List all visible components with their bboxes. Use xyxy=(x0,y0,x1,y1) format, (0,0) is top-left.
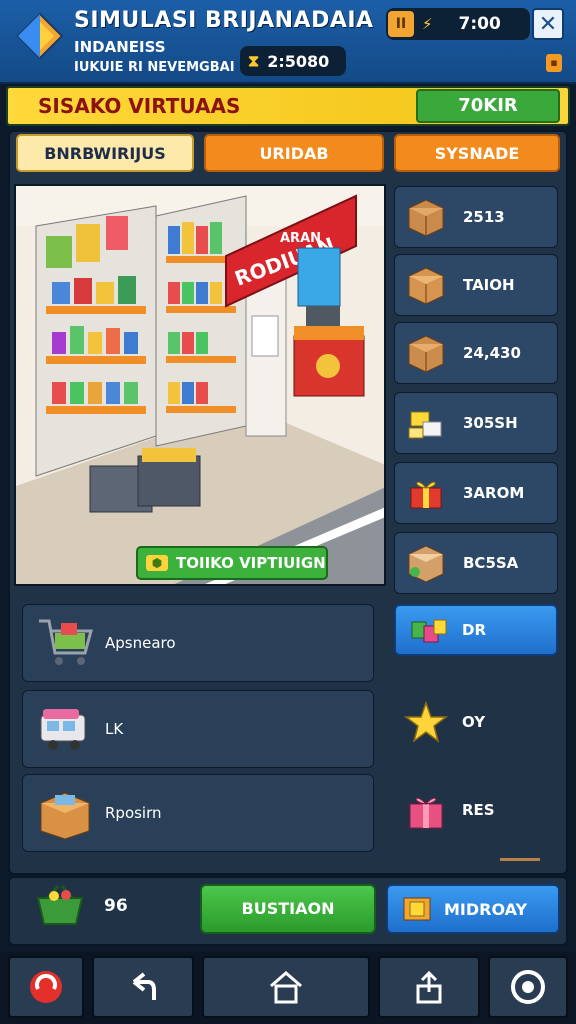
inventory-slot[interactable]: 24,430 xyxy=(394,322,558,384)
inventory-value: TAIOH xyxy=(463,276,515,294)
bolt-icon: ⚡ xyxy=(422,15,433,33)
tab-primary[interactable]: BNRBWIRIJUS xyxy=(16,134,194,172)
left-shelf xyxy=(35,205,157,477)
list-item-label: LK xyxy=(105,720,124,738)
inventory-value: BC5SA xyxy=(463,554,519,572)
basket-count: 96 xyxy=(104,896,128,916)
back-arrow-icon xyxy=(132,972,156,1000)
nav-logo-button[interactable] xyxy=(8,956,84,1018)
cheese-icon xyxy=(408,411,442,439)
list-item[interactable]: Apsnearo xyxy=(22,604,374,682)
tab-upgrade[interactable]: URIDAB xyxy=(204,134,384,172)
box-icon xyxy=(408,199,444,237)
secondary-action-label: MIDROAY xyxy=(444,899,528,919)
money-display[interactable]: 70KIR xyxy=(416,89,560,123)
inventory-slot[interactable]: 305SH xyxy=(394,392,558,454)
store-action-label: TOIIKO VIPTIUIGN xyxy=(176,554,326,572)
inventory-value: RES xyxy=(462,801,495,819)
box-icon xyxy=(408,335,444,373)
game-subtitle-secondary: IUKUIE RI NEVEMGBAI xyxy=(74,60,235,75)
top-bar: SIMULASI BRIJANADAIA INDANEISS IUKUIE RI… xyxy=(0,0,576,84)
close-icon[interactable]: ✕ xyxy=(532,8,564,40)
tab-system[interactable]: SYSNADE xyxy=(394,134,560,172)
right-shelf xyxy=(155,195,247,447)
box-icon xyxy=(408,267,444,305)
inventory-bonus[interactable]: RES xyxy=(404,788,495,832)
clock-display: II ⚡ 7:00 xyxy=(386,8,530,40)
inventory-value: DR xyxy=(462,621,487,639)
coin-stack-icon xyxy=(403,897,431,921)
game-title: SIMULASI BRIJANADAIA xyxy=(74,8,374,33)
inventory-value: 2513 xyxy=(463,208,505,226)
notification-badge-icon[interactable]: ▪ xyxy=(546,54,562,72)
inventory-value: 24,430 xyxy=(463,344,521,362)
gift-icon xyxy=(411,619,447,643)
store-action-button[interactable]: ⬢ TOIIKO VIPTIUIGN xyxy=(136,546,328,580)
store-illustration: ARAN RODIUAN xyxy=(16,186,384,584)
list-item-label: Rposirn xyxy=(105,804,162,822)
app-logo-icon xyxy=(30,971,62,1003)
pause-button[interactable]: II xyxy=(388,11,414,37)
inventory-slot-selected[interactable]: DR xyxy=(394,604,558,656)
clock-value: 7:00 xyxy=(458,14,501,34)
basket-icon xyxy=(36,885,84,925)
list-item[interactable]: LK xyxy=(22,690,374,768)
list-item-label: Apsnearo xyxy=(105,634,176,652)
box-icon xyxy=(408,545,444,583)
nav-settings-button[interactable] xyxy=(488,956,568,1018)
tag-icon: ⬢ xyxy=(146,555,168,571)
primary-action-button[interactable]: BUSTIAON xyxy=(200,884,376,934)
gift-icon xyxy=(409,797,443,829)
store-scene[interactable]: ARAN RODIUAN xyxy=(14,184,386,586)
star-icon xyxy=(404,700,448,743)
diamond-logo-icon xyxy=(16,12,64,60)
inventory-value: OY xyxy=(462,713,486,731)
van-icon xyxy=(40,709,86,750)
nav-home-button[interactable] xyxy=(202,956,370,1018)
cart-icon xyxy=(39,619,93,665)
divider xyxy=(500,858,540,861)
nav-back-button[interactable] xyxy=(92,956,194,1018)
shop-name: SISAKO VIRTUAAS xyxy=(38,94,241,118)
target-icon xyxy=(511,970,545,1004)
inventory-slot[interactable]: TAIOH xyxy=(394,254,558,316)
inventory-slot[interactable]: 2513 xyxy=(394,186,558,248)
game-subtitle: INDANEISS xyxy=(74,38,166,56)
timer-value: 2:5080 xyxy=(267,51,330,71)
list-item[interactable]: Rposirn xyxy=(22,774,374,852)
nav-share-button[interactable] xyxy=(378,956,480,1018)
box-icon xyxy=(40,792,90,840)
home-icon xyxy=(270,971,302,1004)
inventory-slot[interactable]: BC5SA xyxy=(394,532,558,594)
inventory-slot[interactable]: 3AROM xyxy=(394,462,558,524)
timer-display: ⧗ 2:5080 xyxy=(240,46,346,76)
share-icon xyxy=(416,970,442,1004)
inventory-bonus[interactable]: OY xyxy=(404,700,485,744)
inventory-value: 305SH xyxy=(463,414,518,432)
hourglass-icon: ⧗ xyxy=(248,51,260,70)
shop-banner: SISAKO VIRTUAAS 70KIR xyxy=(6,86,570,126)
inventory-value: 3AROM xyxy=(463,484,525,502)
gift-icon xyxy=(410,481,442,509)
secondary-action-button[interactable]: MIDROAY xyxy=(386,884,560,934)
